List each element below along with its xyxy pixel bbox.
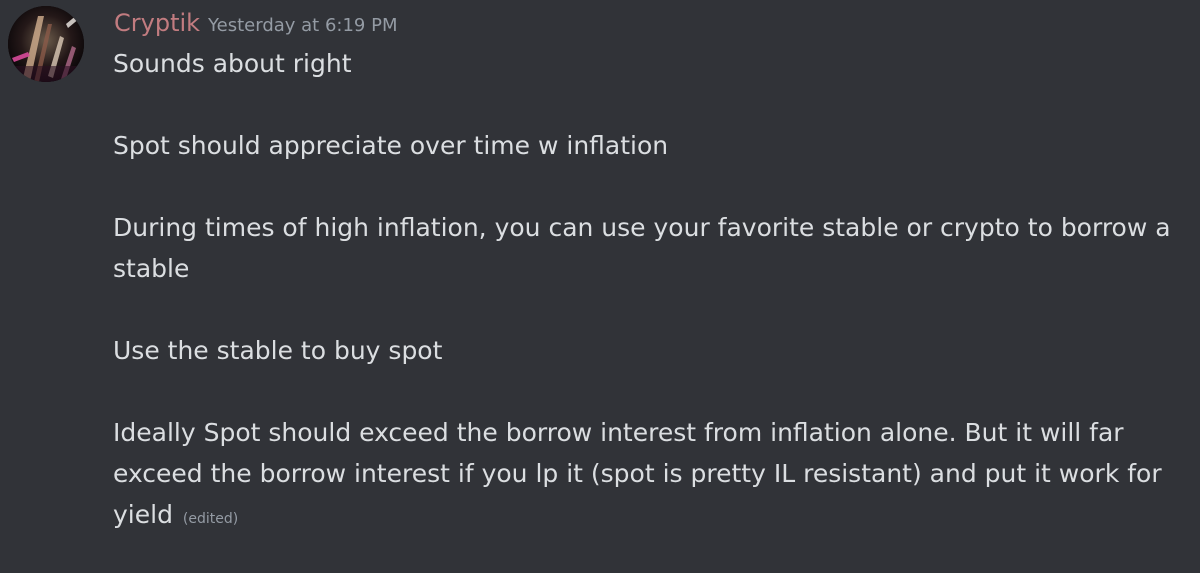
avatar-image — [8, 6, 84, 82]
message-paragraph: Use the stable to buy spot — [113, 336, 443, 365]
author-name[interactable]: Cryptik — [114, 9, 200, 37]
message-header: Cryptik Yesterday at 6:19 PM — [114, 8, 398, 41]
message-paragraph: During times of high inflation, you can … — [113, 213, 1171, 283]
edited-label: (edited) — [182, 511, 239, 527]
message-content: Sounds about right Spot should appreciat… — [113, 43, 1193, 540]
message-timestamp: Yesterday at 6:19 PM — [208, 15, 398, 36]
message-paragraph-last: Ideally Spot should exceed the borrow in… — [113, 412, 1193, 540]
message-paragraph-text: Ideally Spot should exceed the borrow in… — [113, 418, 1162, 529]
chat-message: Cryptik Yesterday at 6:19 PM Sounds about… — [0, 0, 1200, 573]
user-avatar[interactable] — [8, 6, 84, 82]
message-paragraph: Sounds about right — [113, 49, 352, 78]
message-paragraph: Spot should appreciate over time w infla… — [113, 131, 669, 160]
